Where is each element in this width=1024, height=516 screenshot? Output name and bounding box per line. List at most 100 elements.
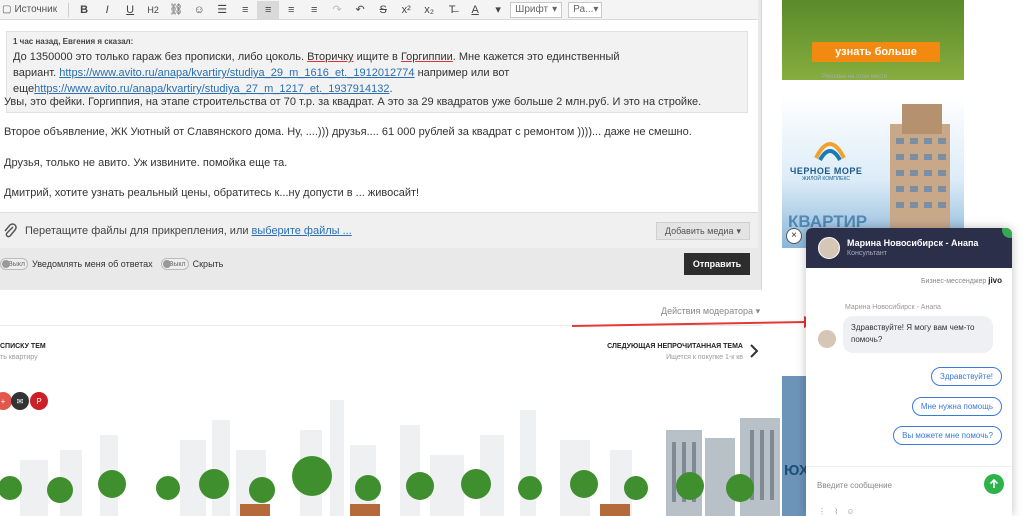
operator-info: Марина Новосибирск - Анапа Консультант — [847, 237, 978, 259]
source-icon: ▢ — [2, 4, 12, 15]
align-right-icon[interactable]: ≡ — [303, 1, 325, 19]
bold-button[interactable]: B — [73, 1, 95, 19]
learn-more-button[interactable]: узнать больше — [812, 42, 940, 62]
next-topic-link[interactable]: СЛЕДУЮЩАЯ НЕПРОЧИТАННАЯ ТЕМА Ищется к по… — [607, 341, 743, 363]
notify-label: Уведомлять меня об ответах — [32, 259, 153, 269]
redo-icon[interactable]: ↷ — [326, 1, 348, 19]
quote-line: ещеhttps://www.avito.ru/anapa/kvartiry/s… — [13, 81, 741, 97]
reply-options: Выкл Уведомлять меня об ответах Выкл Скр… — [0, 248, 758, 280]
more-icon[interactable]: ⋮ — [818, 507, 826, 516]
message-author: Марина Новосибирск - Анапа — [845, 304, 941, 311]
submit-reply-button[interactable]: Отправить — [684, 253, 750, 275]
color-dropdown-icon[interactable]: ▾ — [487, 1, 509, 19]
toggle-state: Выкл — [168, 260, 186, 268]
quote-text: вариант. — [13, 67, 60, 79]
building-illustration — [890, 104, 950, 248]
ad-banner-top[interactable]: узнать больше — [782, 0, 964, 80]
chat-message-bubble: Здравствуйте! Я могу вам чем-то помочь? — [843, 316, 993, 353]
source-button[interactable]: ▢ Источник — [0, 1, 63, 19]
quick-reply-need-help[interactable]: Мне нужна помощь — [911, 397, 1002, 416]
prev-topic-title: СПИСКУ ТЕМ — [0, 343, 46, 350]
attachment-dropzone[interactable]: Перетащите файлы для прикрепления, или вы… — [0, 212, 758, 248]
quick-reply-can-you-help[interactable]: Вы можете мне помочь? — [893, 426, 1002, 445]
message-paragraph: Увы, это фейки. Горгиппия, на этапе стро… — [4, 96, 702, 108]
online-status-icon — [1002, 228, 1012, 238]
quote-text: еще — [13, 83, 35, 95]
strike-button[interactable]: S — [372, 1, 394, 19]
ad-caption: Реклама на этом месте — [822, 74, 888, 80]
emoji-icon[interactable]: ☺ — [188, 1, 210, 19]
page-edge — [1012, 228, 1024, 516]
clear-format-icon[interactable]: T̶ — [441, 1, 463, 19]
bullet-list-icon[interactable]: ☰ — [211, 1, 233, 19]
chevron-right-icon[interactable] — [748, 343, 760, 359]
brand-line: Бизнес-мессенджер jivo — [921, 276, 1002, 285]
numbered-list-icon[interactable]: ≡ — [234, 1, 256, 19]
chevron-down-icon: ▾ — [736, 225, 741, 236]
underline-button[interactable]: U — [119, 1, 141, 19]
message-paragraph: Друзья, только не авито. Уж извините. по… — [4, 157, 288, 169]
operator-role: Консультант — [847, 250, 887, 257]
arrow-up-icon — [989, 479, 999, 488]
quote-text: . — [389, 83, 393, 95]
editor-content[interactable]: 1 час назад, Евгения я сказал: До 135000… — [0, 20, 758, 212]
chat-send-button[interactable] — [984, 474, 1004, 494]
chevron-down-icon: ▾ — [552, 4, 558, 15]
align-left-icon[interactable]: ≡ — [257, 0, 280, 19]
avito-link[interactable]: https://www.avito.ru/anapa/kvartiry/stud… — [34, 83, 389, 95]
notify-toggle[interactable]: Выкл — [0, 258, 28, 270]
message-paragraph: Второе объявление, ЖК Уютный от Славянск… — [4, 126, 692, 138]
city-skyline-illustration — [0, 400, 780, 516]
emoji-icon[interactable]: ☺ — [846, 507, 854, 516]
source-label: Источник — [14, 4, 58, 15]
next-topic-subtitle: Ищется к покупке 1-к кв — [666, 354, 743, 361]
chat-input-area: Введите сообщение ⋮ ⌇ ☺ — [806, 466, 1012, 516]
align-center-icon[interactable]: ≡ — [280, 1, 302, 19]
quote-text: ищите в — [353, 51, 401, 63]
prev-topic-link[interactable]: СПИСКУ ТЕМ ть квартиру — [0, 341, 46, 363]
prev-topic-subtitle: ть квартиру — [0, 354, 38, 361]
subscript-button[interactable]: x₂ — [418, 1, 440, 19]
hide-toggle[interactable]: Выкл — [160, 258, 189, 270]
quote-text: Вторичку — [307, 51, 354, 63]
message-paragraph: Дмитрий, хотите узнать реальный цены, об… — [4, 187, 420, 199]
undo-icon[interactable]: ↶ — [349, 1, 371, 19]
avito-link[interactable]: https://www.avito.ru/anapa/kvartiry/stud… — [59, 67, 414, 79]
ad-banner-complex[interactable]: ЧЕРНОЕ МОРЕ ЖИЛОЙ КОМПЛЕКС КВАРТИР — [782, 96, 964, 248]
choose-files-link[interactable]: выберите файлы ... — [252, 225, 352, 237]
size-select[interactable]: Ра... ▾ — [568, 1, 603, 18]
attach-icon[interactable]: ⌇ — [834, 507, 838, 516]
font-select[interactable]: Шрифт ▾ — [510, 1, 563, 18]
complex-name: ЧЕРНОЕ МОРЕ — [790, 166, 863, 176]
add-media-button[interactable]: Добавить медиа ▾ — [655, 222, 750, 240]
complex-logo-icon — [814, 142, 846, 162]
heading-button[interactable]: H2 — [142, 1, 164, 19]
operator-avatar — [818, 237, 840, 259]
attachment-text: Перетащите файлы для прикрепления, или — [25, 224, 249, 237]
text-color-icon[interactable]: A — [464, 1, 486, 19]
attachment-hint: Перетащите файлы для прикрепления, или вы… — [25, 225, 352, 237]
brand-name: jivo — [988, 276, 1002, 285]
size-select-label: Ра... — [573, 4, 594, 15]
complex-subtitle: ЖИЛОЙ КОМПЛЕКС — [802, 176, 850, 182]
close-chat-icon[interactable]: × — [786, 228, 802, 244]
italic-button[interactable]: I — [96, 1, 118, 19]
chat-widget: Марина Новосибирск - Анапа Консультант Б… — [806, 228, 1012, 516]
link-icon[interactable]: ⛓ — [165, 1, 187, 19]
operator-name: Марина Новосибирск - Анапа — [847, 238, 979, 248]
quote-text: например или вот — [414, 67, 510, 79]
superscript-button[interactable]: x² — [395, 1, 417, 19]
chat-message-input[interactable]: Введите сообщение — [817, 481, 892, 490]
chat-tools: ⋮ ⌇ ☺ — [818, 507, 855, 516]
reply-editor: ▢ Источник B I U H2 ⛓ ☺ ☰ ≡ ≡ ≡ ≡ ↷ ↶ S … — [0, 0, 762, 290]
font-select-label: Шрифт — [515, 4, 549, 15]
toolbar-divider — [68, 2, 70, 17]
next-topic-title: СЛЕДУЮЩАЯ НЕПРОЧИТАННАЯ ТЕМА — [607, 343, 743, 350]
quote-line: вариант. https://www.avito.ru/anapa/kvar… — [13, 65, 741, 81]
add-media-label: Добавить медиа — [664, 226, 734, 236]
quick-reply-hello[interactable]: Здравствуйте! — [930, 367, 1002, 386]
annotation-arrow-icon — [571, 316, 818, 328]
quote-header: 1 час назад, Евгения я сказал: — [13, 37, 134, 46]
chat-header[interactable]: Марина Новосибирск - Анапа Консультант — [806, 228, 1012, 268]
hide-label: Скрыть — [192, 259, 224, 269]
